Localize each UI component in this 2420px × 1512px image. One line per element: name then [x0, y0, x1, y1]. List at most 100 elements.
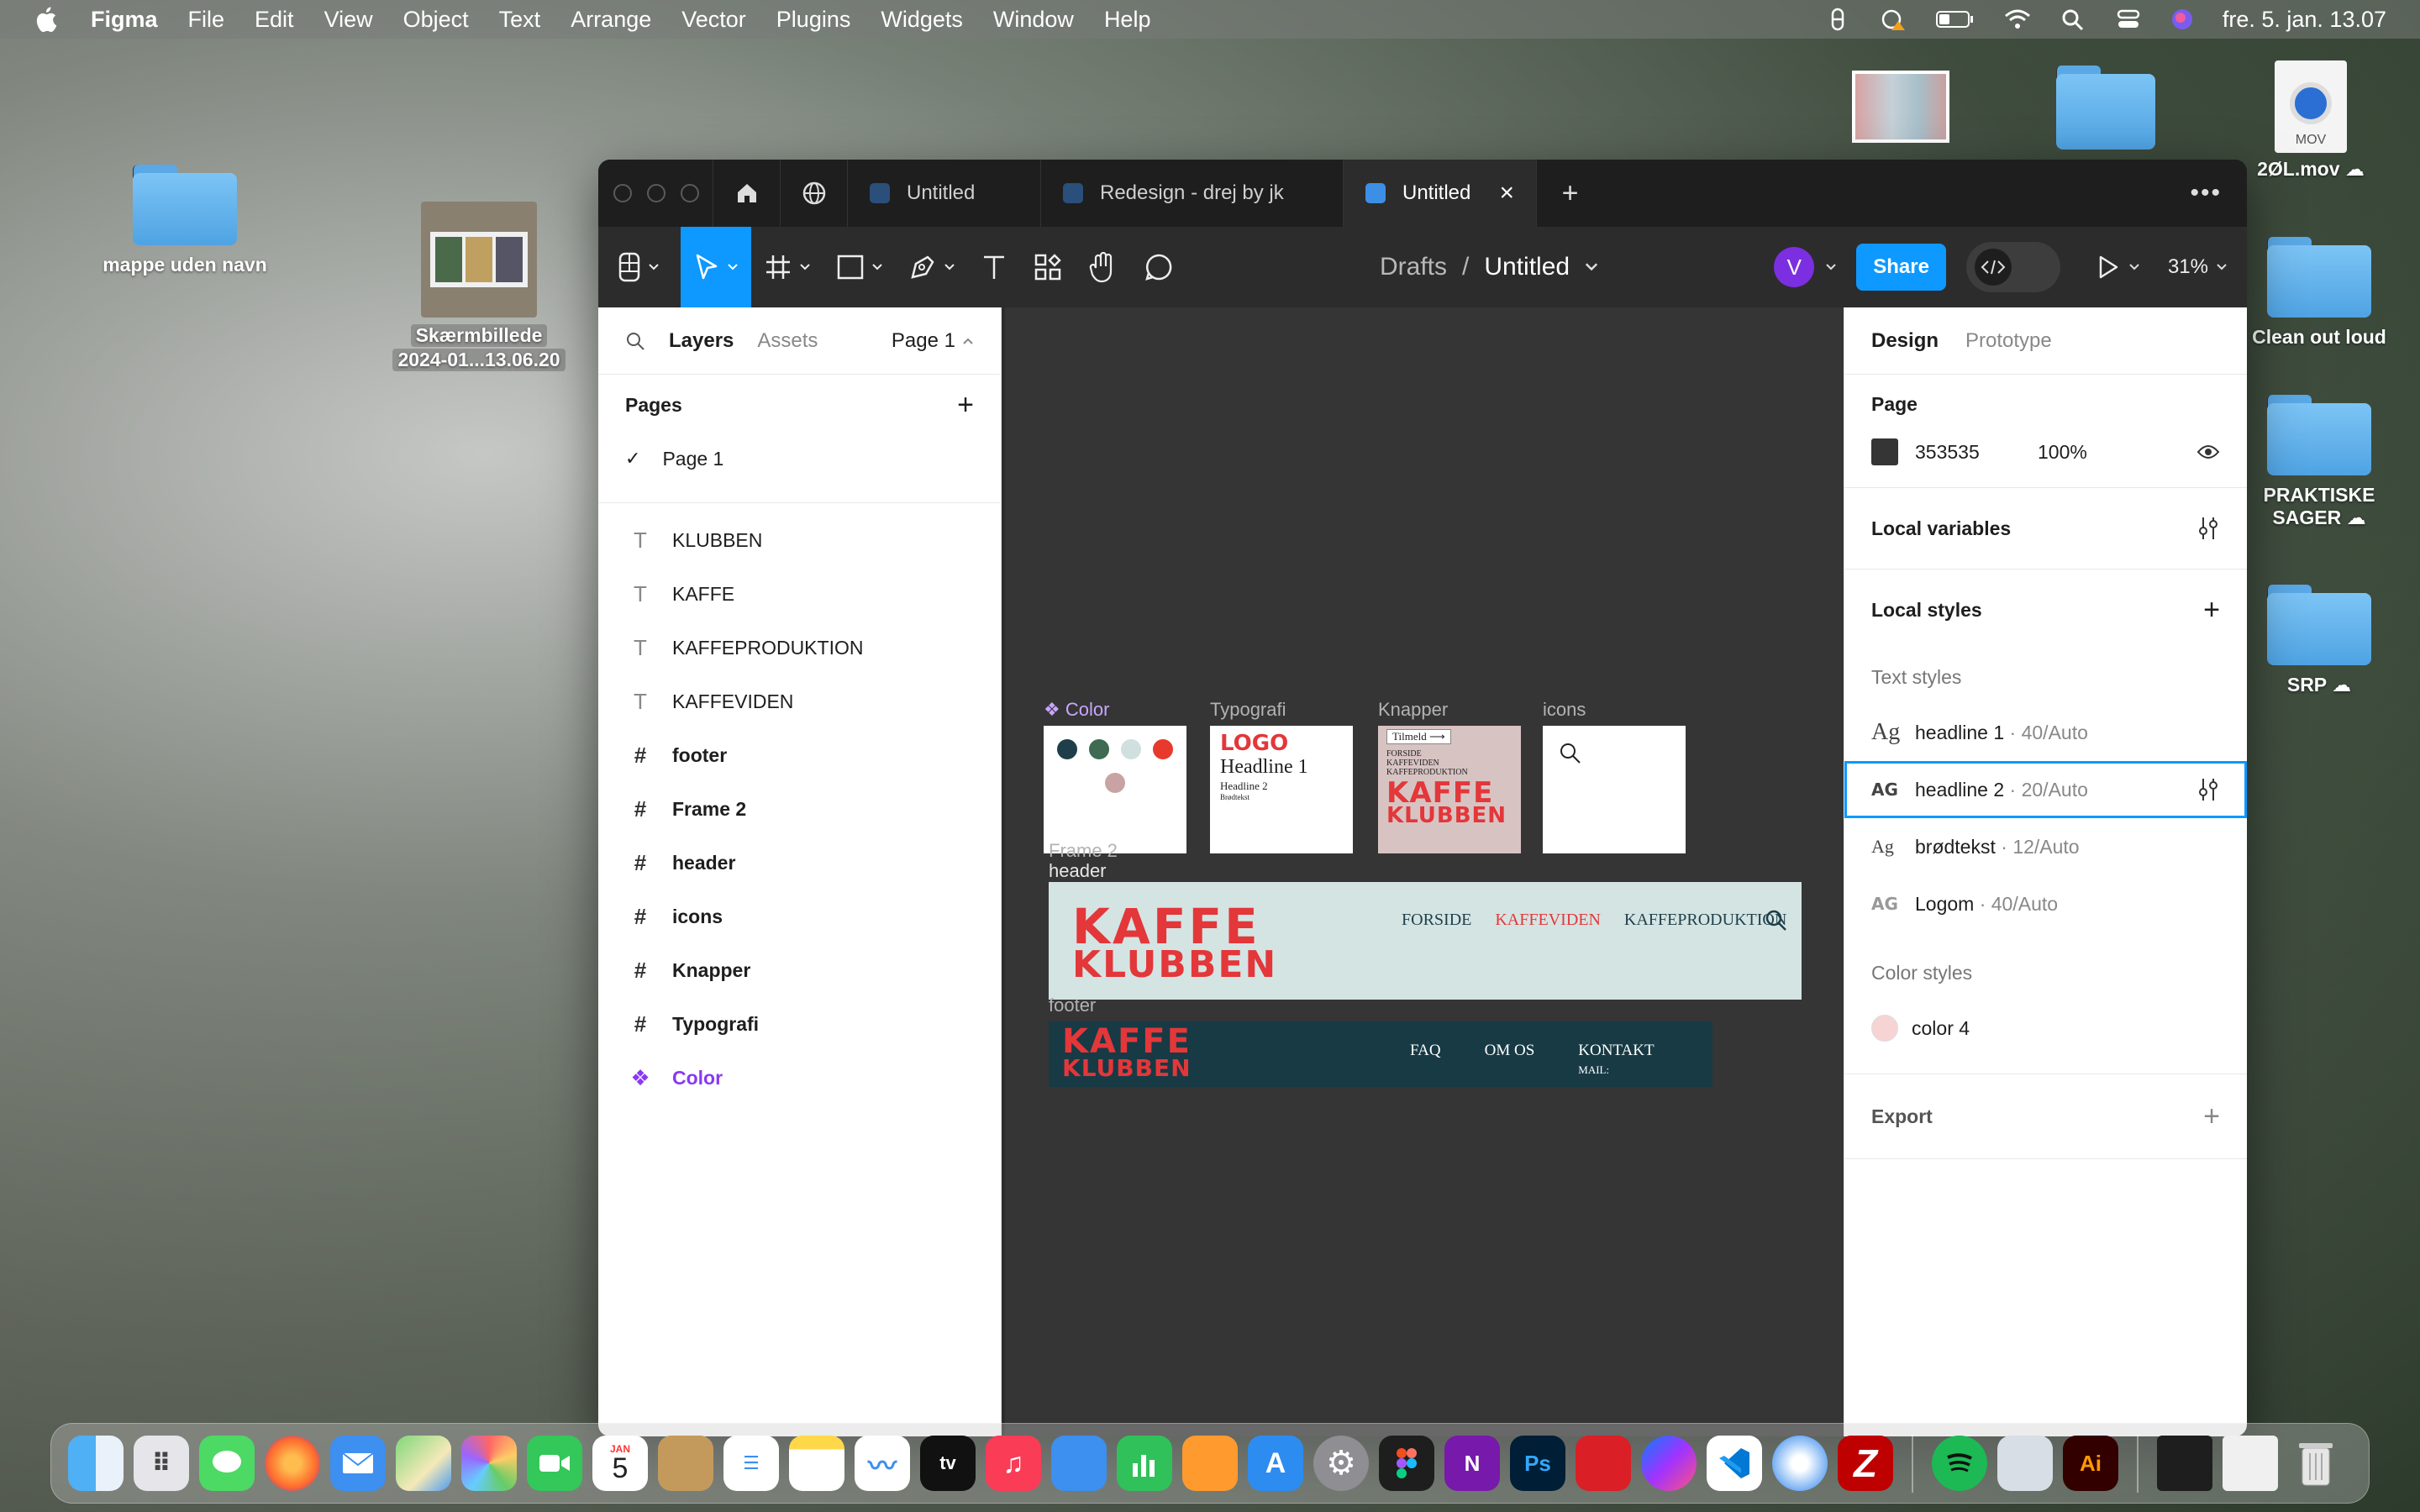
text-tool[interactable] [968, 227, 1020, 307]
apple-tv-icon[interactable]: tv [920, 1436, 976, 1491]
tab-layers[interactable]: Layers [669, 329, 734, 353]
messages-icon[interactable] [199, 1436, 255, 1491]
export-row[interactable]: Export + [1871, 1074, 2220, 1158]
zoom-control[interactable]: 31% [2168, 255, 2227, 279]
tab-redesign[interactable]: Redesign - drej by jk [1040, 160, 1343, 227]
desktop-file-2ol-mov[interactable]: MOV 2ØL.mov ☁ [2227, 60, 2395, 181]
add-export-icon[interactable]: + [2203, 1100, 2220, 1133]
community-button[interactable] [780, 160, 847, 227]
frame-label-color[interactable]: ❖ Color [1044, 699, 1109, 721]
breadcrumb-drafts[interactable]: Drafts [1380, 253, 1447, 281]
file-name[interactable]: Untitled [1484, 253, 1570, 281]
layer-item-klubben[interactable]: T KLUBBEN [598, 513, 1001, 567]
layer-item-icons[interactable]: # icons [598, 890, 1001, 943]
desktop-folder-mappe-uden-navn[interactable]: mappe uden navn [84, 165, 286, 276]
keynote-icon[interactable] [1051, 1436, 1107, 1491]
creative-cloud-warning-icon[interactable] [1880, 8, 1907, 31]
figma-menubar-icon[interactable] [1824, 8, 1851, 31]
pen-tool[interactable] [896, 227, 968, 307]
chevron-down-icon[interactable] [1585, 263, 1598, 271]
frame-label-icons[interactable]: icons [1543, 699, 1586, 721]
frame-label-header[interactable]: header [1049, 860, 1107, 882]
color-style-color-4[interactable]: color 4 [1871, 1000, 2220, 1057]
search-icon[interactable] [1765, 909, 1788, 932]
text-style-logom[interactable]: AG Logom · 40/Auto [1871, 875, 2220, 932]
menu-app-figma[interactable]: Figma [91, 7, 158, 33]
shape-tool[interactable] [823, 227, 896, 307]
menubar-clock[interactable]: fre. 5. jan. 13.07 [2223, 7, 2386, 33]
desktop-image-thumbnail[interactable] [1852, 71, 1949, 143]
window-minimize-button[interactable] [647, 184, 666, 202]
maps-icon[interactable] [396, 1436, 451, 1491]
photos-icon[interactable] [461, 1436, 517, 1491]
messenger-icon[interactable] [1641, 1436, 1697, 1491]
calendar-icon[interactable]: JAN 5 [592, 1436, 648, 1491]
filezilla-icon[interactable]: Z [1838, 1436, 1893, 1491]
main-menu-button[interactable] [598, 227, 672, 307]
text-style-brodtekst[interactable]: Ag brødtekst · 12/Auto [1871, 818, 2220, 875]
onenote-icon[interactable]: N [1444, 1436, 1500, 1491]
menu-view[interactable]: View [324, 7, 373, 33]
layer-item-header[interactable]: # header [598, 836, 1001, 890]
vscode-icon[interactable] [1707, 1436, 1762, 1491]
window-close-button[interactable] [613, 184, 632, 202]
desktop-folder-clean-out-loud[interactable]: Clean out loud [2235, 237, 2403, 349]
siri-icon[interactable] [2170, 8, 2194, 31]
page-opacity[interactable]: 100% [2038, 441, 2087, 464]
system-settings-icon[interactable]: ⚙ [1313, 1436, 1369, 1491]
safari-icon[interactable] [1772, 1436, 1828, 1491]
edit-style-icon[interactable] [2196, 777, 2220, 802]
text-style-headline-2[interactable]: AG headline 2 · 20/Auto [1844, 761, 2247, 818]
figma-dock-icon[interactable] [1379, 1436, 1434, 1491]
canvas[interactable]: ❖ Color Typografi LOGO Headline 1 Headli… [1005, 307, 1845, 1436]
music-icon[interactable]: ♫ [986, 1436, 1041, 1491]
layer-item-kaffe[interactable]: T KAFFE [598, 567, 1001, 621]
comment-tool[interactable] [1131, 227, 1186, 307]
page-fill-row[interactable]: 353535 100% [1871, 433, 2220, 470]
desktop-folder-praktiske-sager[interactable]: PRAKTISKE SAGER ☁ [2235, 395, 2403, 529]
freeform-icon[interactable]: 〰 [855, 1436, 910, 1491]
footer-link-faq[interactable]: FAQ [1410, 1042, 1441, 1079]
footer-frame[interactable]: KAFFE KLUBBEN FAQ OM OS KONTAKT MAIL: [1049, 1021, 1712, 1087]
preview-icon[interactable] [1997, 1436, 2053, 1491]
hand-tool[interactable] [1076, 227, 1131, 307]
creative-cloud-icon[interactable] [1576, 1436, 1631, 1491]
footer-link-kontakt[interactable]: KONTAKT [1578, 1042, 1654, 1059]
header-frame[interactable]: KAFFE KLUBBEN FORSIDE KAFFEVIDEN KAFFEPR… [1049, 882, 1802, 1000]
tab-design[interactable]: Design [1871, 329, 1939, 353]
contacts-icon[interactable] [658, 1436, 713, 1491]
spotlight-search-icon[interactable] [2060, 8, 2086, 31]
frame-tool[interactable] [751, 227, 823, 307]
reminders-icon[interactable]: ☰ [723, 1436, 779, 1491]
menu-object[interactable]: Object [403, 7, 469, 33]
desktop-screenshot-file[interactable]: Skærmbillede 2024-01...13.06.20 [370, 202, 588, 371]
search-icon[interactable] [625, 331, 645, 351]
recent-window-thumbnail[interactable] [2223, 1436, 2278, 1491]
layer-item-frame-2[interactable]: # Frame 2 [598, 782, 1001, 836]
nav-link-kaffeviden[interactable]: KAFFEVIDEN [1495, 911, 1601, 930]
menu-window[interactable]: Window [993, 7, 1074, 33]
frame-label-typografi[interactable]: Typografi [1210, 699, 1286, 721]
layer-item-kaffeviden[interactable]: T KAFFEVIDEN [598, 675, 1001, 728]
tab-assets[interactable]: Assets [757, 329, 818, 353]
layer-item-footer[interactable]: # footer [598, 728, 1001, 782]
menu-help[interactable]: Help [1104, 7, 1151, 33]
present-button[interactable] [2097, 255, 2139, 280]
recent-window-thumbnail[interactable] [2157, 1436, 2212, 1491]
control-center-icon[interactable] [2115, 8, 2142, 31]
finder-icon[interactable] [68, 1436, 124, 1491]
menu-file[interactable]: File [188, 7, 225, 33]
text-style-headline-1[interactable]: Ag headline 1 · 40/Auto [1871, 704, 2220, 761]
mail-icon[interactable] [330, 1436, 386, 1491]
add-style-icon[interactable]: + [2203, 594, 2220, 627]
add-page-icon[interactable]: + [957, 389, 974, 422]
menu-edit[interactable]: Edit [255, 7, 294, 33]
layer-item-color[interactable]: ❖ Color [598, 1051, 1001, 1105]
app-store-icon[interactable]: A [1248, 1436, 1303, 1491]
apple-menu-icon[interactable] [34, 6, 57, 33]
layer-item-kaffeproduktion[interactable]: T KAFFEPRODUKTION [598, 621, 1001, 675]
battery-icon[interactable] [1935, 8, 1975, 31]
page-color-swatch[interactable] [1871, 438, 1898, 465]
adjust-icon[interactable] [2196, 516, 2220, 541]
new-tab-button[interactable]: + [1536, 160, 1603, 227]
